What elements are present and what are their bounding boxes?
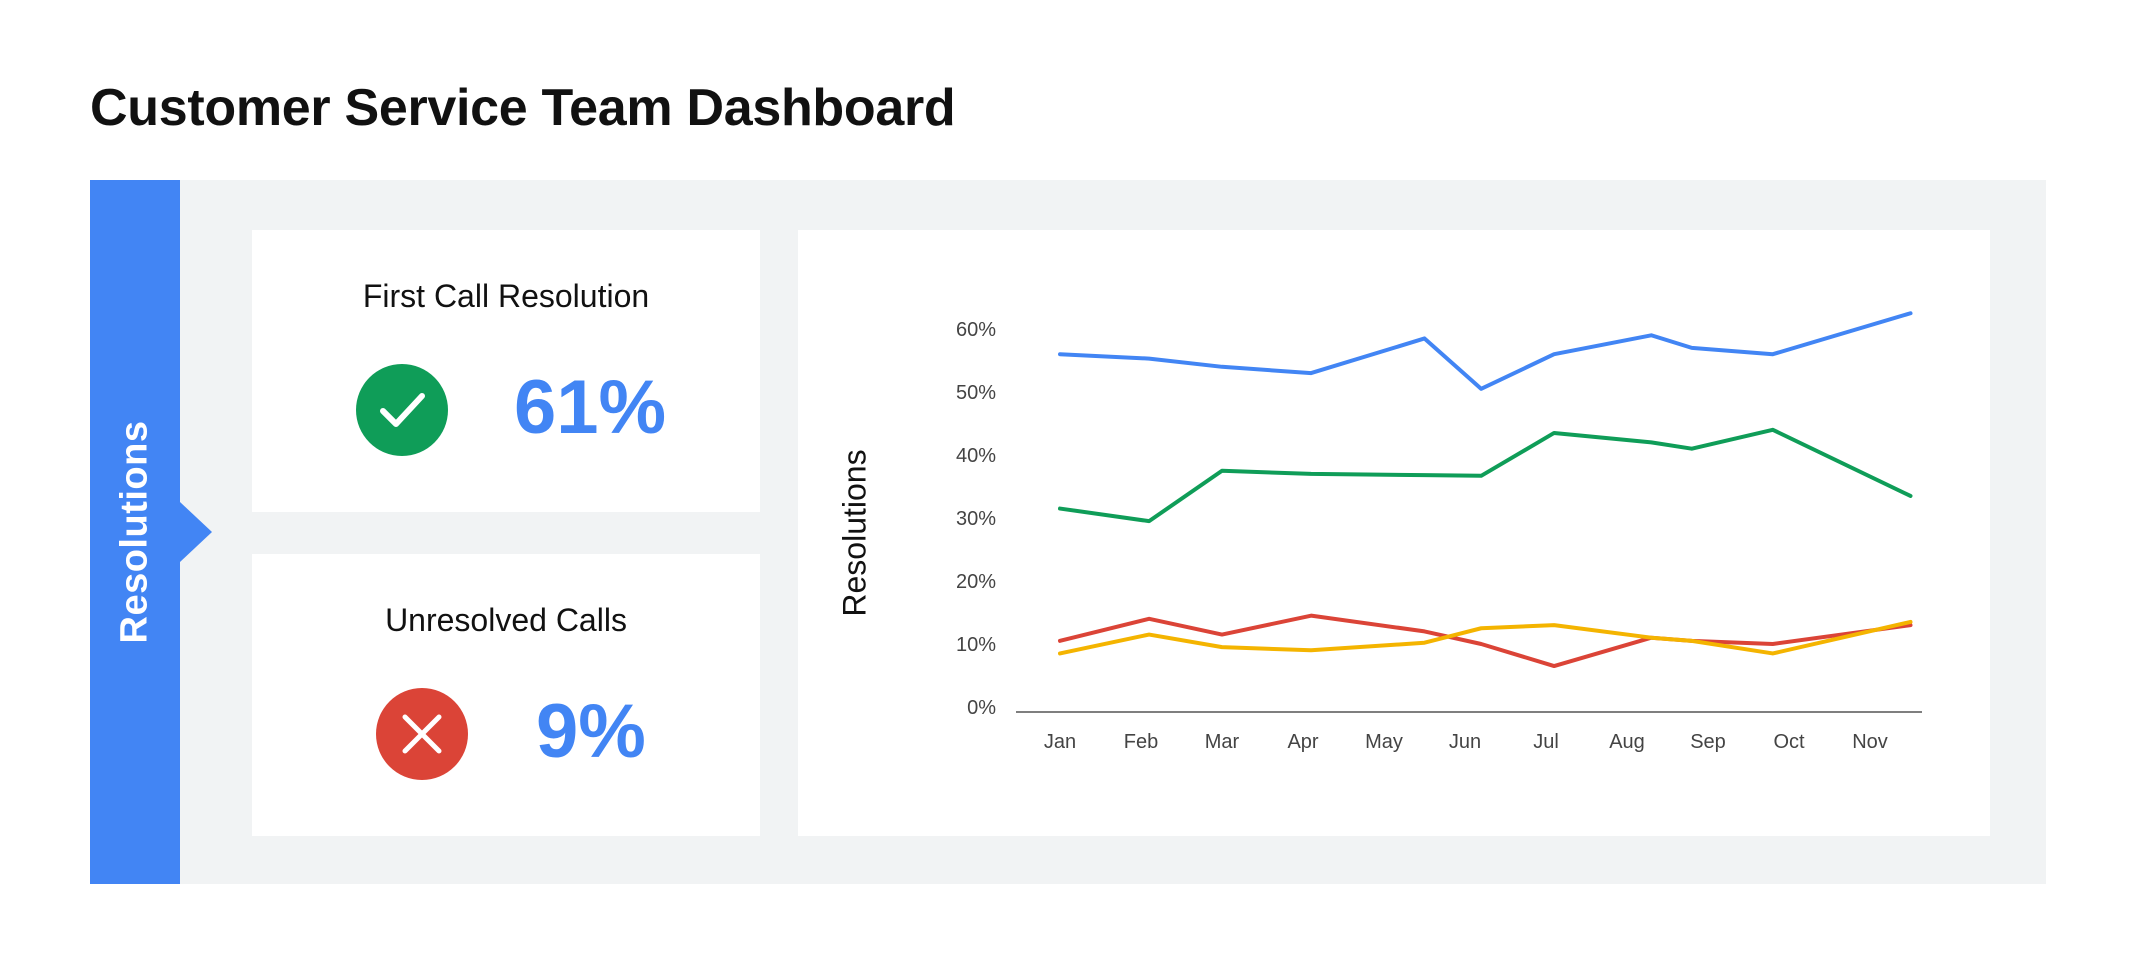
y-tick-label: 20% xyxy=(956,571,996,593)
x-tick-label: Jun xyxy=(1449,731,1481,753)
x-tick-label: Jan xyxy=(1044,731,1076,753)
y-tick-label: 0% xyxy=(967,697,996,719)
x-tick-label: Oct xyxy=(1773,731,1805,753)
x-tick-label: Aug xyxy=(1609,731,1645,753)
y-tick-label: 50% xyxy=(956,382,996,404)
series-line-2 xyxy=(1058,427,1913,524)
x-tick-label: Jul xyxy=(1533,731,1559,753)
y-tick-label: 10% xyxy=(956,634,996,656)
x-tick-label: May xyxy=(1365,731,1403,753)
x-tick-label: Mar xyxy=(1205,731,1240,753)
resolutions-line-chart: 0% 10% 20% 30% 40% 50% 60% Jan Feb Mar Apr May Jun Ju… xyxy=(956,311,1922,753)
x-tick-label: Feb xyxy=(1124,731,1158,753)
x-tick-label: Sep xyxy=(1690,731,1726,753)
series-line-1 xyxy=(1058,311,1913,391)
y-tick-label: 40% xyxy=(956,445,996,467)
x-tick-label: Apr xyxy=(1287,731,1318,753)
y-tick-label: 30% xyxy=(956,508,996,530)
y-tick-label: 60% xyxy=(956,319,996,341)
x-tick-label: Nov xyxy=(1852,731,1888,753)
